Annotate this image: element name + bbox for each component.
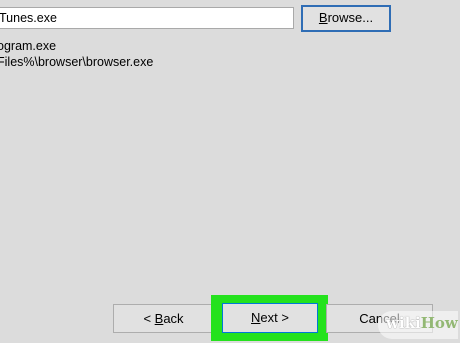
- next-label-rest: ext >: [260, 310, 289, 325]
- back-button[interactable]: < Back: [113, 304, 214, 333]
- program-path-value: Tunes.exe: [0, 11, 57, 25]
- program-path-field[interactable]: Tunes.exe: [0, 7, 294, 29]
- back-prefix: <: [143, 311, 155, 326]
- cancel-button[interactable]: Cancel: [326, 304, 433, 333]
- browse-label-rest: rowse...: [327, 10, 374, 25]
- browse-mnemonic: B: [318, 10, 328, 25]
- next-button[interactable]: Next >: [222, 303, 318, 333]
- next-mnemonic: N: [251, 310, 261, 325]
- browse-button[interactable]: Browse...: [301, 5, 391, 32]
- path-example-line-1: ogram.exe: [0, 39, 57, 53]
- path-example-line-2: Files%\browser\browser.exe: [0, 55, 154, 69]
- back-label-rest: ack: [163, 311, 184, 326]
